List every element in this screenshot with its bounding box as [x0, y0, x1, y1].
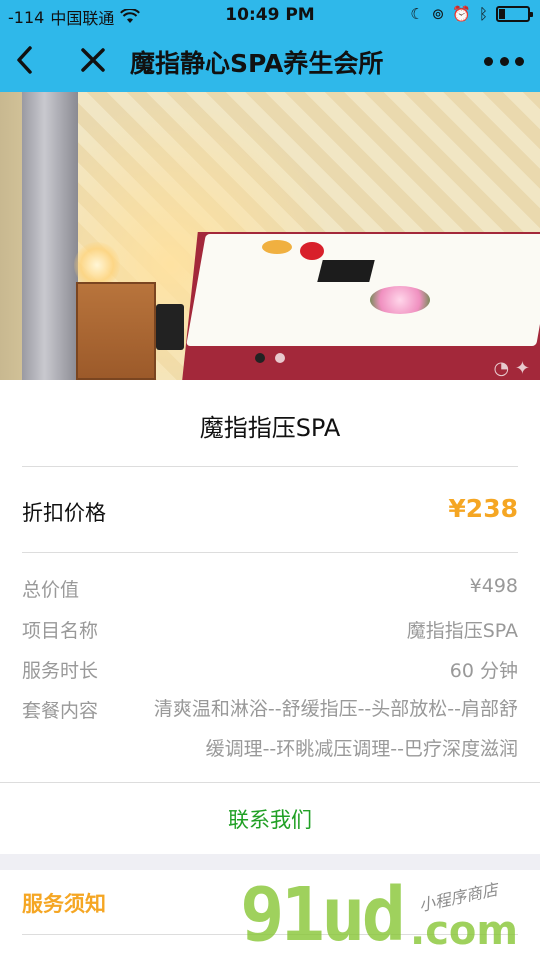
more-dot: [484, 56, 493, 66]
divider: [22, 934, 518, 935]
alarm-icon: ⏰: [452, 5, 471, 23]
carousel-indicator: [0, 353, 540, 363]
hero-bed-sheet: [186, 234, 540, 346]
detail-label: 套餐内容: [22, 700, 99, 722]
battery-fill: [499, 9, 505, 19]
detail-row-total-value: 总价值 ¥498: [22, 575, 518, 605]
hero-watermark-logo: ◔ ✦: [493, 358, 530, 379]
detail-value: 60 分钟: [449, 660, 518, 682]
detail-row-duration: 服务时长 60 分钟: [22, 656, 518, 686]
more-dot: [515, 56, 524, 66]
top-bar: -114 中国联通 10:49 PM ☾ ⊚ ⏰ ᛒ 魔指静心SPA养生会所: [0, 0, 540, 92]
hero-flower: [300, 242, 324, 260]
price-value: ¥238: [448, 494, 518, 523]
divider: [0, 782, 540, 783]
divider: [22, 466, 518, 467]
carousel-dot[interactable]: [255, 353, 265, 363]
more-dot: [499, 56, 509, 66]
bluetooth-icon: ᛒ: [478, 5, 488, 23]
notice-title: 服务须知: [22, 892, 106, 916]
rotation-lock-icon: ⊚: [431, 5, 445, 23]
status-right: ☾ ⊚ ⏰ ᛒ: [410, 5, 533, 23]
moon-icon: ☾: [410, 5, 424, 23]
detail-label: 总价值: [22, 579, 80, 601]
page-title: 魔指静心SPA养生会所: [130, 49, 384, 78]
detail-value: 魔指指压SPA: [406, 620, 518, 642]
detail-row-package: 套餐内容 清爽温和淋浴--舒缓指压--头部放松--肩部舒缓调理--环眺减压调理-…: [22, 696, 518, 760]
detail-value: ¥498: [469, 575, 518, 597]
price-label: 折扣价格: [22, 501, 106, 525]
hero-image-carousel[interactable]: ◔ ✦: [0, 92, 540, 380]
contact-us-button[interactable]: 联系我们: [0, 804, 540, 834]
carousel-dot[interactable]: [275, 353, 285, 363]
hero-tray: [317, 260, 375, 282]
detail-row-project-name: 项目名称 魔指指压SPA: [22, 616, 518, 646]
product-name: 魔指指压SPA: [199, 414, 341, 442]
hero-cabinet: [76, 282, 156, 380]
hero-bin: [156, 304, 184, 350]
product-card: 魔指指压SPA 折扣价格 ¥238 总价值 ¥498 项目名称 魔指指压SPA …: [0, 380, 540, 854]
status-bar: -114 中国联通 10:49 PM ☾ ⊚ ⏰ ᛒ: [0, 0, 540, 30]
hero-lotus: [370, 286, 430, 314]
navigation-bar: 魔指静心SPA养生会所: [0, 30, 540, 92]
back-chevron-icon[interactable]: [10, 43, 42, 77]
close-icon[interactable]: [76, 43, 110, 77]
hero-curtain: [22, 92, 78, 380]
battery-icon: [496, 6, 533, 22]
service-notice-section: 服务须知: [0, 870, 540, 960]
hero-flower: [262, 240, 292, 254]
detail-label: 项目名称: [22, 620, 99, 642]
detail-value: 清爽温和淋浴--舒缓指压--头部放松--肩部舒缓调理--环眺减压调理--巴疗深度…: [153, 698, 518, 760]
divider: [22, 552, 518, 553]
more-icon[interactable]: [484, 47, 524, 75]
detail-label: 服务时长: [22, 660, 99, 682]
